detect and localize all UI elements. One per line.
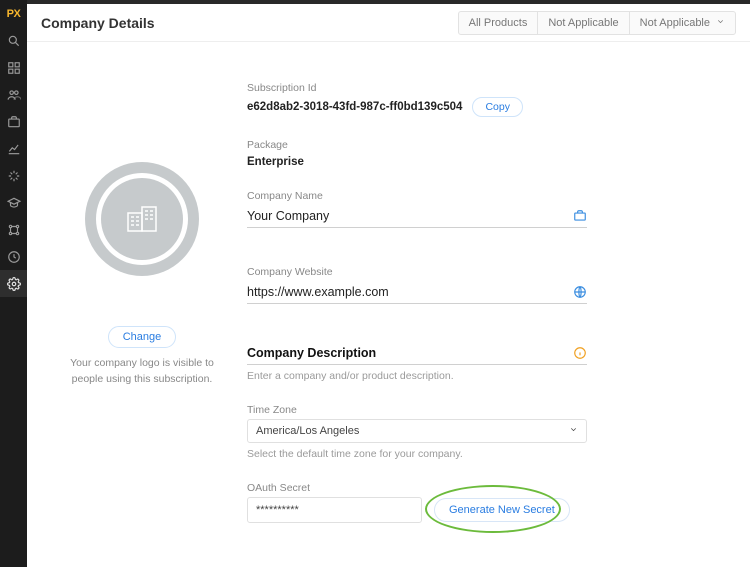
company-logo-placeholder	[85, 162, 199, 276]
field-subscription-id: Subscription Id e62d8ab2-3018-43fd-987c-…	[247, 82, 587, 117]
dashboard-icon[interactable]	[0, 54, 27, 81]
chevron-down-icon	[569, 425, 578, 437]
briefcase-icon[interactable]	[0, 108, 27, 135]
clock-icon[interactable]	[0, 243, 27, 270]
website-label: Company Website	[247, 266, 587, 278]
field-oauth-secret: OAuth Secret ********** Generate New Sec…	[247, 482, 587, 523]
tab-na-2-label: Not Applicable	[640, 17, 710, 29]
field-company-website: Company Website	[247, 266, 587, 304]
copy-button[interactable]: Copy	[472, 97, 523, 117]
description-help: Enter a company and/or product descripti…	[247, 370, 587, 382]
form-column: Subscription Id e62d8ab2-3018-43fd-987c-…	[247, 82, 587, 547]
graduation-icon[interactable]	[0, 189, 27, 216]
oauth-label: OAuth Secret	[247, 482, 587, 494]
change-logo-button[interactable]: Change	[108, 326, 177, 348]
globe-icon	[573, 285, 587, 299]
chart-icon[interactable]	[0, 135, 27, 162]
package-value: Enterprise	[247, 156, 304, 168]
package-label: Package	[247, 139, 587, 151]
description-input[interactable]	[247, 342, 587, 364]
info-icon	[573, 346, 587, 360]
timezone-select[interactable]: America/Los Angeles	[247, 419, 587, 443]
filter-tabs: All Products Not Applicable Not Applicab…	[459, 11, 736, 35]
page-title: Company Details	[41, 15, 459, 31]
brand-logo: PX	[0, 0, 27, 27]
website-input[interactable]	[247, 281, 587, 303]
generate-secret-button[interactable]: Generate New Secret	[434, 498, 570, 522]
timezone-label: Time Zone	[247, 404, 587, 416]
oauth-secret-value: **********	[247, 497, 422, 523]
building-icon	[126, 205, 158, 233]
tab-na-1[interactable]: Not Applicable	[537, 11, 629, 35]
field-package: Package Enterprise	[247, 139, 587, 168]
content: Change Your company logo is visible to p…	[27, 42, 750, 567]
chevron-down-icon	[716, 17, 725, 29]
field-timezone: Time Zone America/Los Angeles Select the…	[247, 404, 587, 460]
subscription-value: e62d8ab2-3018-43fd-987c-ff0bd139c504	[247, 101, 462, 113]
company-name-label: Company Name	[247, 190, 587, 202]
company-name-input[interactable]	[247, 205, 587, 227]
search-icon[interactable]	[0, 27, 27, 54]
sparkle-icon[interactable]	[0, 162, 27, 189]
settings-icon[interactable]	[0, 270, 27, 297]
field-company-name: Company Name	[247, 190, 587, 228]
timezone-value: America/Los Angeles	[256, 425, 359, 437]
header: Company Details All Products Not Applica…	[27, 4, 750, 42]
hierarchy-icon[interactable]	[0, 216, 27, 243]
logo-caption: Your company logo is visible to people u…	[57, 356, 227, 388]
logo-column: Change Your company logo is visible to p…	[57, 82, 227, 547]
tab-na-2[interactable]: Not Applicable	[629, 11, 736, 35]
main: Company Details All Products Not Applica…	[27, 0, 750, 567]
timezone-help: Select the default time zone for your co…	[247, 448, 587, 460]
tab-all-products[interactable]: All Products	[458, 11, 539, 35]
sidebar: PX	[0, 0, 27, 567]
field-company-description: Enter a company and/or product descripti…	[247, 342, 587, 382]
subscription-label: Subscription Id	[247, 82, 587, 94]
users-icon[interactable]	[0, 81, 27, 108]
briefcase-field-icon	[573, 209, 587, 223]
